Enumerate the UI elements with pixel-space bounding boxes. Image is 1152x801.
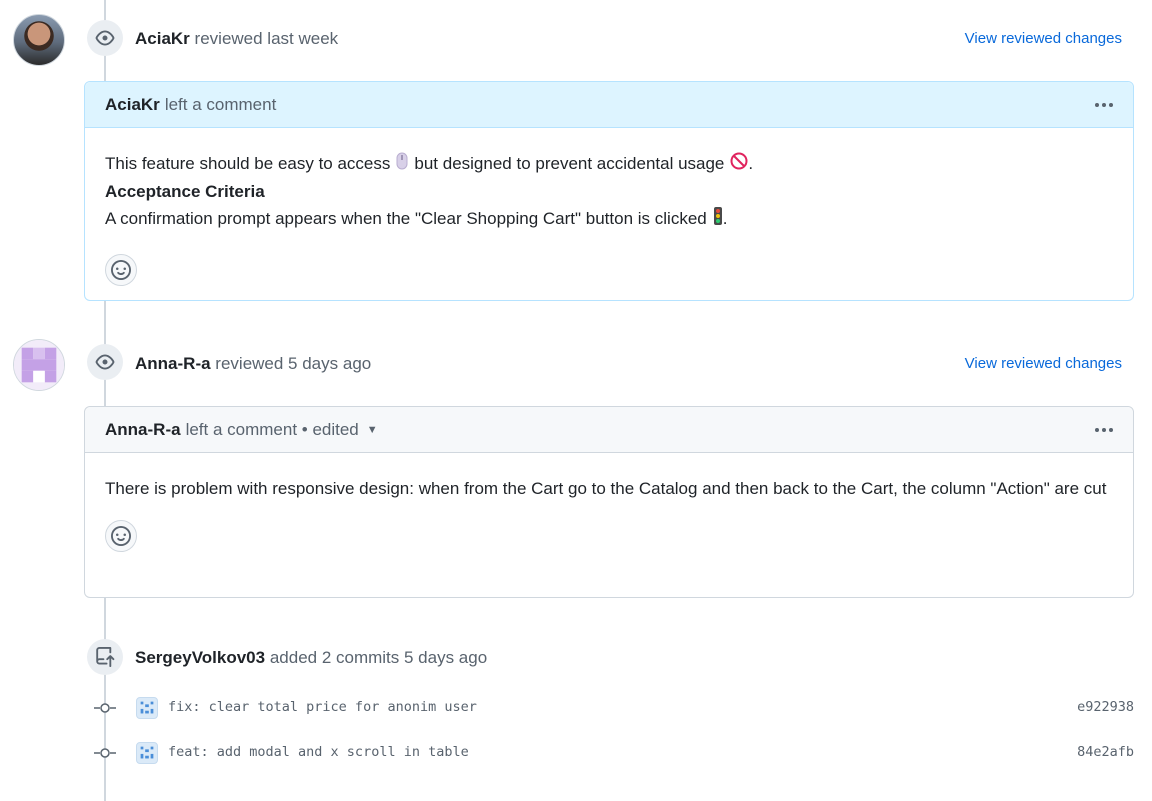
avatar[interactable] bbox=[13, 339, 65, 391]
comment-body: There is problem with responsive design:… bbox=[85, 453, 1133, 552]
eye-icon bbox=[95, 30, 115, 46]
comment-heading: Acceptance Criteria bbox=[105, 182, 265, 202]
add-reaction-button[interactable] bbox=[105, 253, 137, 286]
commit-sha-link[interactable]: 84e2afb bbox=[1077, 744, 1134, 760]
review-event-text: Anna-R-a reviewed 5 days ago bbox=[135, 354, 371, 374]
commit-message-link[interactable]: fix: clear total price for anonim user bbox=[168, 699, 477, 715]
comment-header: Anna-R-a left a comment • edited ▼ bbox=[85, 407, 1133, 453]
review-comment: Anna-R-a left a comment • edited ▼ There… bbox=[84, 406, 1134, 598]
comment-action: left a comment bbox=[164, 94, 277, 114]
comment-action[interactable]: left a comment • edited bbox=[186, 420, 359, 440]
git-commit-icon bbox=[94, 703, 116, 713]
repo-push-icon bbox=[96, 647, 115, 667]
commit-sha-link[interactable]: e922938 bbox=[1077, 699, 1134, 715]
review-event-badge bbox=[87, 344, 123, 380]
mouse-emoji bbox=[396, 151, 408, 178]
comment-author-link[interactable]: Anna-R-a bbox=[105, 420, 181, 440]
event-action: reviewed 5 days ago bbox=[215, 354, 372, 373]
eye-icon bbox=[95, 354, 115, 370]
review-event-badge bbox=[87, 20, 123, 56]
review-comment: AciaKr left a comment This feature shoul… bbox=[84, 81, 1134, 301]
comment-line: A confirmation prompt appears when the "… bbox=[105, 205, 1113, 234]
view-reviewed-changes-link[interactable]: View reviewed changes bbox=[965, 30, 1122, 47]
view-reviewed-changes-link[interactable]: View reviewed changes bbox=[965, 355, 1122, 372]
git-commit-icon bbox=[94, 748, 116, 758]
kebab-horizontal-icon[interactable] bbox=[1095, 102, 1113, 107]
smiley-icon bbox=[111, 259, 131, 280]
commit-row: feat: add modal and x scroll in table 84… bbox=[0, 738, 1152, 768]
event-action: added 2 commits 5 days ago bbox=[269, 648, 488, 667]
comment-author-link[interactable]: AciaKr bbox=[105, 95, 160, 115]
commits-event-badge bbox=[87, 639, 123, 675]
event-action: reviewed last week bbox=[194, 29, 339, 48]
avatar[interactable] bbox=[136, 742, 158, 764]
review-event-text: AciaKr reviewed last week bbox=[135, 29, 338, 49]
traffic-light-emoji bbox=[713, 206, 723, 234]
comment-body: This feature should be easy to access but… bbox=[85, 128, 1133, 286]
avatar[interactable] bbox=[136, 697, 158, 719]
event-author-link[interactable]: AciaKr bbox=[135, 29, 190, 48]
kebab-horizontal-icon[interactable] bbox=[1095, 427, 1113, 432]
commit-message-link[interactable]: feat: add modal and x scroll in table bbox=[168, 744, 469, 760]
event-author-link[interactable]: Anna-R-a bbox=[135, 354, 211, 373]
commits-event-text: SergeyVolkov03 added 2 commits 5 days ag… bbox=[135, 648, 487, 668]
avatar[interactable] bbox=[13, 14, 65, 66]
chevron-down-icon[interactable]: ▼ bbox=[367, 424, 378, 436]
prohibited-emoji bbox=[730, 151, 748, 178]
smiley-icon bbox=[111, 526, 131, 546]
add-reaction-button[interactable] bbox=[105, 520, 137, 552]
comment-header: AciaKr left a comment bbox=[85, 82, 1133, 128]
event-author-link[interactable]: SergeyVolkov03 bbox=[135, 648, 265, 667]
comment-line: This feature should be easy to access but… bbox=[105, 150, 1113, 178]
commit-row: fix: clear total price for anonim user e… bbox=[0, 693, 1152, 723]
comment-text: There is problem with responsive design:… bbox=[105, 479, 1107, 498]
